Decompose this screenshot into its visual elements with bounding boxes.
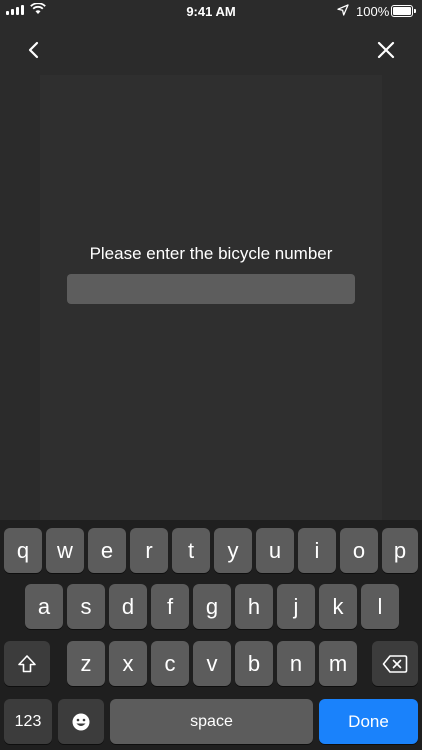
delete-key[interactable] <box>372 641 418 686</box>
key-p[interactable]: p <box>382 528 418 573</box>
key-w[interactable]: w <box>46 528 84 573</box>
key-s[interactable]: s <box>67 584 105 629</box>
key-h[interactable]: h <box>235 584 273 629</box>
key-m[interactable]: m <box>319 641 357 686</box>
battery-icon <box>391 5 416 17</box>
key-v[interactable]: v <box>193 641 231 686</box>
page-title: Please enter the bicycle number <box>89 244 333 263</box>
key-d[interactable]: d <box>109 584 147 629</box>
key-x[interactable]: x <box>109 641 147 686</box>
close-icon[interactable] <box>372 36 400 64</box>
key-n[interactable]: n <box>277 641 315 686</box>
key-y[interactable]: y <box>214 528 252 573</box>
key-z[interactable]: z <box>67 641 105 686</box>
key-l[interactable]: l <box>361 584 399 629</box>
numbers-key[interactable]: 123 <box>4 699 52 744</box>
key-g[interactable]: g <box>193 584 231 629</box>
key-b[interactable]: b <box>235 641 273 686</box>
key-c[interactable]: c <box>151 641 189 686</box>
key-e[interactable]: e <box>88 528 126 573</box>
space-key[interactable]: space <box>110 699 313 744</box>
backspace-icon <box>382 654 408 673</box>
key-j[interactable]: j <box>277 584 315 629</box>
shift-icon <box>18 654 36 672</box>
key-o[interactable]: o <box>340 528 378 573</box>
shift-key[interactable] <box>4 641 50 686</box>
keyboard: q w e r t y u i o p a s d f g h j k l z … <box>0 520 422 750</box>
chevron-left-icon[interactable] <box>20 36 48 64</box>
done-key[interactable]: Done <box>319 699 418 744</box>
key-u[interactable]: u <box>256 528 294 573</box>
emoji-icon <box>72 713 90 730</box>
status-bar: 9:41 AM 100% <box>0 0 422 22</box>
key-f[interactable]: f <box>151 584 189 629</box>
key-t[interactable]: t <box>172 528 210 573</box>
battery-percent: 100% <box>356 4 390 19</box>
bicycle-number-input[interactable] <box>67 274 355 304</box>
location-icon <box>337 4 349 16</box>
key-r[interactable]: r <box>130 528 168 573</box>
key-a[interactable]: a <box>25 584 63 629</box>
emoji-key[interactable] <box>58 699 104 744</box>
key-i[interactable]: i <box>298 528 336 573</box>
key-k[interactable]: k <box>319 584 357 629</box>
key-q[interactable]: q <box>4 528 42 573</box>
